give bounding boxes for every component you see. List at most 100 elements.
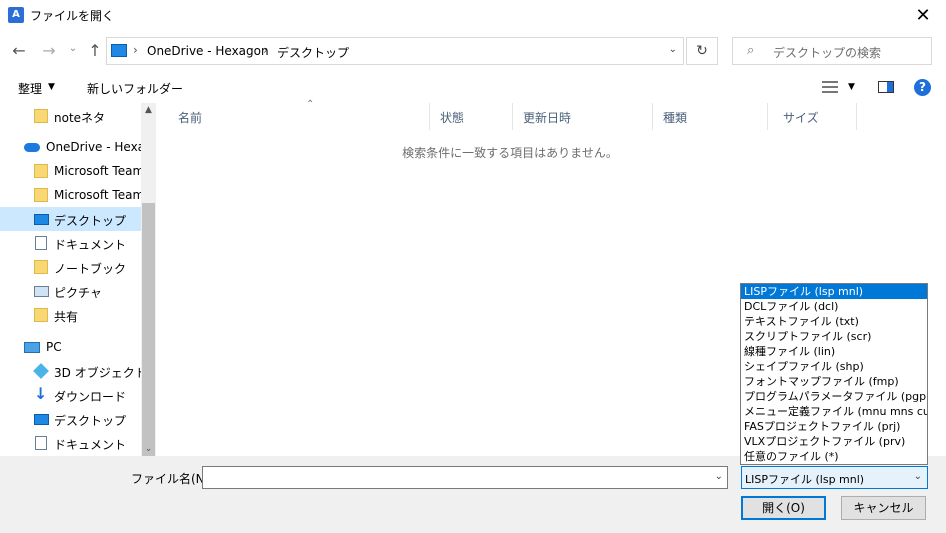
sidebar-item-desktop[interactable]: デスクトップ (0, 407, 141, 431)
filetype-option-any[interactable]: 任意のファイル (*) (741, 449, 927, 464)
filetype-option-menu[interactable]: メニュー定義ファイル (mnu mns cui) (741, 404, 927, 419)
chevron-down-icon[interactable]: ⌄ (914, 471, 922, 482)
filetype-option-text[interactable]: テキストファイル (txt) (741, 314, 927, 329)
organize-button[interactable]: 整理 (18, 80, 42, 97)
open-button[interactable]: 開く(O) (741, 496, 826, 520)
filetype-option-vlx[interactable]: VLXプロジェクトファイル (prv) (741, 434, 927, 449)
pc-icon (24, 342, 40, 353)
document-icon (35, 236, 47, 250)
column-header-modified[interactable]: 更新日時 (513, 103, 653, 130)
breadcrumb-separator[interactable]: › (133, 43, 138, 57)
sidebar-item-documents[interactable]: ドキュメント (0, 231, 141, 255)
address-bar[interactable]: › OneDrive - Hexagon › デスクトップ ⌄ (106, 37, 684, 65)
window-title: ファイルを開く (30, 9, 115, 23)
title-bar: A ファイルを開く ✕ (0, 0, 946, 31)
column-header-label: サイズ (783, 111, 819, 125)
sidebar-item-label: ダウンロード (54, 390, 127, 404)
sidebar-item-label: デスクトップ (54, 414, 127, 428)
sidebar-item-label: ドキュメント (54, 438, 127, 452)
sidebar-item-documents[interactable]: ドキュメント (0, 431, 141, 455)
filetype-option-dcl[interactable]: DCLファイル (dcl) (741, 299, 927, 314)
folder-icon (34, 308, 48, 322)
filetype-option-fontmap[interactable]: フォントマップファイル (fmp) (741, 374, 927, 389)
caret-down-icon[interactable]: ▼ (848, 82, 855, 92)
sidebar-item-desktop[interactable]: デスクトップ (0, 207, 141, 231)
cancel-button[interactable]: キャンセル (841, 496, 926, 520)
folder-icon (34, 164, 48, 178)
sidebar-item-downloads[interactable]: ↓ ダウンロード (0, 383, 141, 407)
app-icon: A (8, 7, 24, 23)
breadcrumb-separator[interactable]: › (263, 43, 268, 57)
desktop-icon (111, 44, 127, 57)
caret-down-icon[interactable]: ▼ (48, 82, 55, 92)
desktop-icon (34, 214, 49, 225)
back-button[interactable]: ← (8, 41, 30, 61)
sidebar-item-label: Microsoft Teams (54, 164, 151, 178)
sort-ascending-icon: ⌃ (306, 99, 315, 110)
sidebar-item-3d-objects[interactable]: 3D オブジェクト (0, 359, 147, 383)
document-icon (35, 436, 47, 450)
sidebar-item-pc[interactable]: PC (0, 335, 141, 359)
column-header-type[interactable]: 種類 (653, 103, 768, 130)
filetype-option-lisp[interactable]: LISPファイル (lsp mnl) (741, 284, 927, 299)
sidebar-item-microsoft-teams[interactable]: Microsoft Teams (0, 183, 150, 207)
help-icon[interactable]: ? (914, 79, 931, 96)
picture-icon (34, 286, 49, 297)
sidebar-item-shared[interactable]: 共有 (0, 303, 141, 327)
breadcrumb-onedrive[interactable]: OneDrive - Hexagon (147, 44, 269, 58)
column-header-name[interactable]: 名前 ⌃ (168, 99, 430, 130)
column-header-size[interactable]: サイズ (773, 103, 857, 130)
sidebar-item-label: ノートブック (54, 262, 127, 276)
chevron-down-icon[interactable]: ⌄ (715, 471, 723, 482)
recent-locations-chevron-icon[interactable]: ⌄ (66, 43, 80, 59)
folder-icon (34, 109, 48, 123)
sidebar-item-label: Microsoft Teams (54, 188, 151, 202)
cloud-icon (24, 143, 40, 152)
new-folder-button[interactable]: 新しいフォルダー (87, 80, 183, 97)
navigation-pane[interactable]: noteネタ OneDrive - Hexag Microsoft Teams … (0, 103, 156, 456)
sidebar-scrollbar[interactable]: ▲ ⌄ (141, 103, 156, 465)
filetype-option-linetype[interactable]: 線種ファイル (lin) (741, 344, 927, 359)
search-placeholder: デスクトップの検索 (773, 46, 882, 60)
column-header-status[interactable]: 状態 (430, 103, 513, 130)
filetype-option-shape[interactable]: シェイプファイル (shp) (741, 359, 927, 374)
address-dropdown-icon[interactable]: ⌄ (669, 44, 677, 55)
refresh-button[interactable]: ↻ (686, 37, 718, 65)
close-button[interactable]: ✕ (900, 0, 946, 31)
preview-pane-icon[interactable] (878, 81, 894, 93)
sidebar-item-label: PC (46, 340, 62, 354)
filetype-option-pgp[interactable]: プログラムパラメータファイル (pgp) (741, 389, 927, 404)
navigation-bar: ← → ⌄ ↑ › OneDrive - Hexagon › デスクトップ ⌄ … (0, 31, 946, 71)
sidebar-item-label: 共有 (54, 310, 79, 324)
sidebar-item-label: デスクトップ (54, 214, 127, 228)
folder-icon (34, 188, 48, 202)
up-button[interactable]: ↑ (84, 41, 106, 61)
dialog-footer: ファイル名(N): ⌄ LISPファイル (lsp mnl) ⌄ 開く(O) キ… (0, 456, 946, 533)
3d-objects-icon (33, 363, 49, 379)
sidebar-item-onedrive[interactable]: OneDrive - Hexag (0, 135, 153, 159)
column-header-label: 名前 (178, 111, 203, 125)
filename-input[interactable]: ⌄ (202, 466, 728, 489)
column-header-label: 種類 (663, 111, 688, 125)
sidebar-item-label: 3D オブジェクト (54, 366, 147, 380)
folder-icon (34, 260, 48, 274)
filetype-option-fas[interactable]: FASプロジェクトファイル (prj) (741, 419, 927, 434)
sidebar-item-label: ピクチャ (54, 286, 102, 300)
sidebar-item-notebook[interactable]: ノートブック (0, 255, 141, 279)
filetype-dropdown-list[interactable]: LISPファイル (lsp mnl) DCLファイル (dcl) テキストファイ… (740, 283, 928, 465)
view-options-icon[interactable] (822, 80, 840, 94)
sidebar-item-label: OneDrive - Hexag (46, 140, 153, 154)
filetype-option-script[interactable]: スクリプトファイル (scr) (741, 329, 927, 344)
sidebar-item-pictures[interactable]: ピクチャ (0, 279, 141, 303)
sidebar-item-microsoft-teams[interactable]: Microsoft Teams (0, 159, 150, 183)
sidebar-item-note-neta[interactable]: noteネタ (0, 104, 141, 128)
download-icon: ↓ (34, 384, 48, 403)
breadcrumb-desktop[interactable]: デスクトップ (277, 44, 349, 61)
scroll-down-icon[interactable]: ⌄ (141, 444, 156, 454)
scroll-up-icon[interactable]: ▲ (141, 105, 156, 115)
scroll-thumb[interactable] (142, 203, 155, 465)
filetype-select[interactable]: LISPファイル (lsp mnl) ⌄ (741, 466, 928, 489)
forward-button[interactable]: → (38, 41, 60, 61)
search-input[interactable]: ⌕ デスクトップの検索 (732, 37, 932, 65)
empty-message: 検索条件に一致する項目はありません。 (402, 146, 618, 160)
